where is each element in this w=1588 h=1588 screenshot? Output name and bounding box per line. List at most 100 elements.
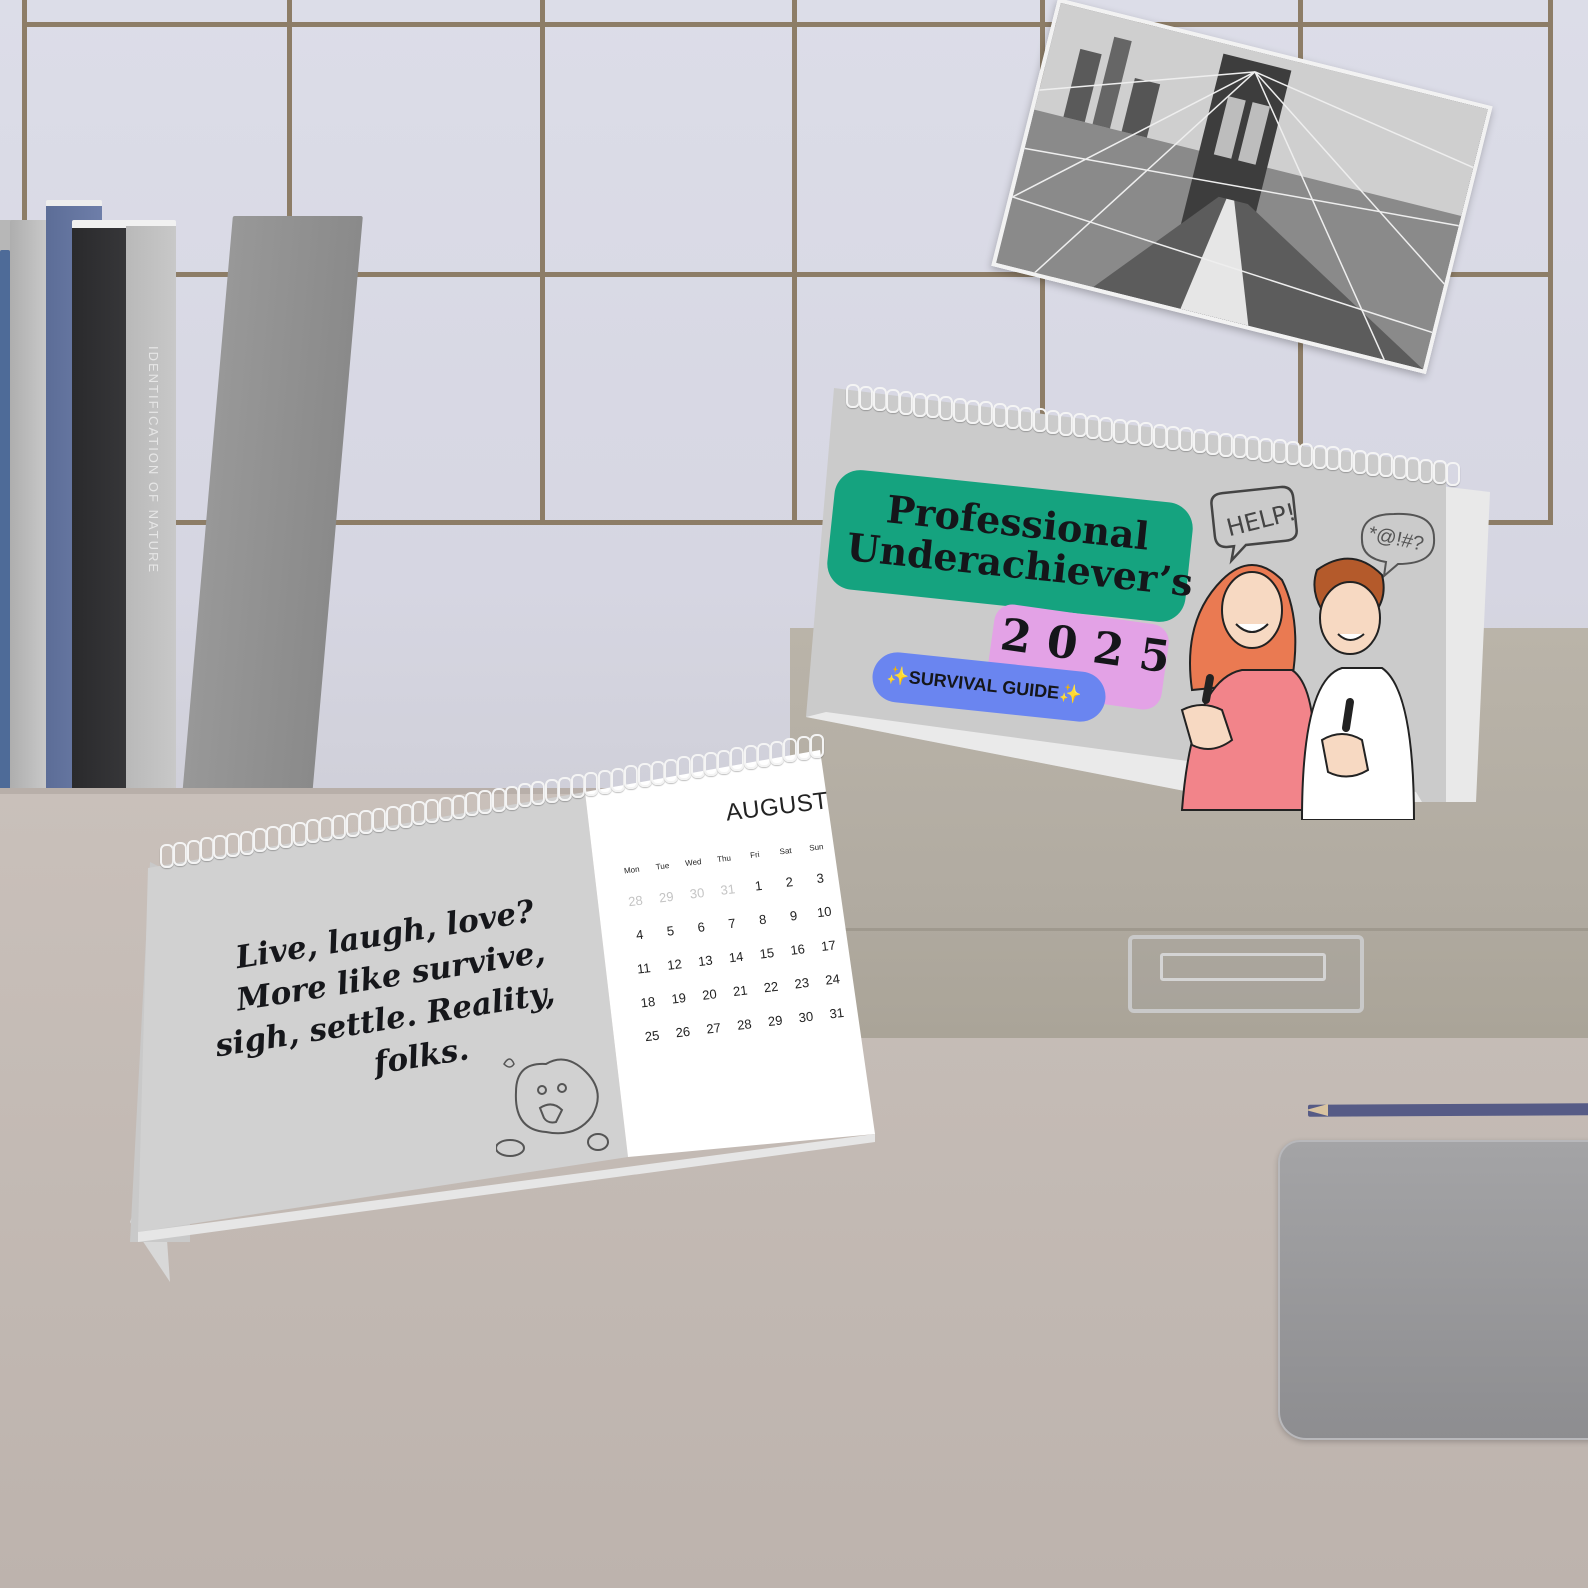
laptop — [1278, 1140, 1588, 1440]
spiral-ring — [160, 844, 174, 868]
weekday-label: Mon — [623, 864, 641, 876]
day-cell: 16 — [789, 941, 806, 958]
spiral-ring — [783, 738, 798, 763]
spiral-ring — [597, 769, 612, 794]
pencil-tip — [1306, 1104, 1328, 1116]
spiral-ring — [199, 837, 214, 862]
spiral-ring — [664, 758, 679, 783]
spiral-ring — [571, 774, 586, 799]
spiral-ring — [637, 763, 652, 788]
spiral-ring — [770, 740, 785, 765]
spiral-ring — [730, 747, 745, 772]
scene: IDENTIFICATION OF NATURE Professional Un… — [0, 0, 1588, 1588]
spiral-ring — [226, 832, 241, 857]
spiral-ring — [345, 812, 360, 837]
day-cell: 30 — [797, 1008, 815, 1026]
quote-line-4: folks. — [371, 1031, 472, 1082]
day-cell: 3 — [815, 870, 825, 887]
spiral-ring — [557, 776, 572, 801]
spiral-ring — [319, 817, 334, 842]
day-cell: 5 — [665, 922, 675, 939]
day-cell: 27 — [705, 1019, 722, 1037]
weekday-label: Sun — [808, 842, 824, 853]
month-grid: AUGUST Mon Tue Wed Thu Fri Sat Sun 28 29 30 31 1 2 3… — [608, 775, 883, 1102]
weekday-label: Wed — [684, 857, 702, 869]
day-cell: 9 — [788, 907, 798, 924]
weekday-label: Thu — [716, 853, 732, 865]
spiral-ring — [385, 805, 400, 830]
day-cell: 1 — [754, 877, 764, 894]
day-cell: 2 — [784, 874, 794, 890]
day-cell: 28 — [736, 1016, 753, 1033]
spiral-ring — [743, 745, 758, 770]
grid-wire-vertical — [1548, 0, 1553, 520]
spiral-ring — [544, 778, 559, 803]
cover-page: Professional Underachiever’s 2025 ✨SURVI… — [806, 382, 1490, 820]
day-cell: 26 — [674, 1023, 691, 1041]
day-cell: 23 — [793, 974, 810, 992]
day-cell: 18 — [639, 993, 657, 1011]
spiral-ring — [425, 799, 440, 824]
spiral-ring — [213, 835, 228, 860]
spiral-ring — [650, 760, 665, 785]
day-cell: 15 — [758, 944, 775, 962]
day-cell: 7 — [727, 915, 737, 932]
spiral-ring — [703, 751, 718, 776]
spiral-ring — [717, 749, 732, 774]
spiral-ring — [358, 810, 373, 835]
spiral-ring — [518, 783, 533, 808]
day-cell: 8 — [758, 911, 768, 928]
day-cell: 21 — [732, 982, 749, 1000]
pencil — [1307, 1103, 1588, 1117]
spiral-ring — [372, 808, 387, 833]
day-cell: 29 — [767, 1012, 784, 1030]
spiral-ring — [491, 787, 506, 812]
days-grid: 28 29 30 31 1 2 3 4 5 6 7 8 9 10 11 12 13 14 15 16 17 18 19 20 2… — [619, 867, 873, 1103]
spiral-ring — [252, 828, 267, 853]
spiral-ring — [465, 792, 480, 817]
day-cell: 10 — [816, 903, 833, 921]
spiral-ring — [332, 814, 347, 839]
spiral-ring — [398, 803, 413, 828]
day-cell: 22 — [762, 978, 780, 996]
spiral-ring — [438, 796, 453, 821]
book-spine-title: IDENTIFICATION OF NATURE — [146, 346, 161, 575]
spiral-ring — [279, 823, 294, 848]
spiral-ring — [504, 785, 519, 810]
weekday-label: Tue — [655, 861, 670, 872]
spiral-ring — [624, 765, 639, 790]
grid-wire-horizontal — [22, 22, 1553, 27]
day-cell: 12 — [666, 956, 683, 973]
spiral-ring — [810, 734, 824, 758]
month-title: AUGUST — [724, 787, 830, 827]
spiral-ring — [412, 801, 427, 826]
spiral-ring — [173, 841, 188, 866]
day-cell: 6 — [696, 919, 706, 935]
day-cell: 25 — [643, 1027, 661, 1045]
spiral-ring — [266, 826, 281, 851]
thumbs-up-couple-illustration — [1180, 557, 1416, 820]
spiral-ring — [531, 781, 546, 806]
spiral-ring — [677, 756, 692, 781]
day-cell: 31 — [719, 881, 736, 898]
tired-blob-character-icon — [496, 1058, 609, 1157]
day-cell: 24 — [824, 971, 841, 988]
spiral-ring — [796, 736, 811, 761]
spiral-ring — [305, 819, 320, 844]
grid-wire-vertical — [792, 0, 797, 520]
spiral-ring — [690, 754, 705, 779]
day-cell: 31 — [828, 1004, 845, 1022]
spiral-ring — [292, 821, 307, 846]
day-cell: 14 — [728, 948, 745, 966]
day-cell: 4 — [635, 926, 645, 943]
month-calendar: Live, laugh, love? More like survive, si… — [130, 722, 890, 1282]
spiral-ring — [451, 794, 466, 819]
grid-wire-vertical — [540, 0, 545, 520]
spiral-ring — [239, 830, 254, 855]
day-cell: 11 — [636, 960, 652, 977]
spiral-ring — [584, 772, 599, 797]
day-cell: 17 — [820, 937, 837, 955]
weekday-label: Sat — [779, 846, 793, 857]
cover-calendar: Professional Underachiever’s 2025 ✨SURVI… — [806, 382, 1490, 820]
day-cell: 19 — [670, 990, 687, 1007]
